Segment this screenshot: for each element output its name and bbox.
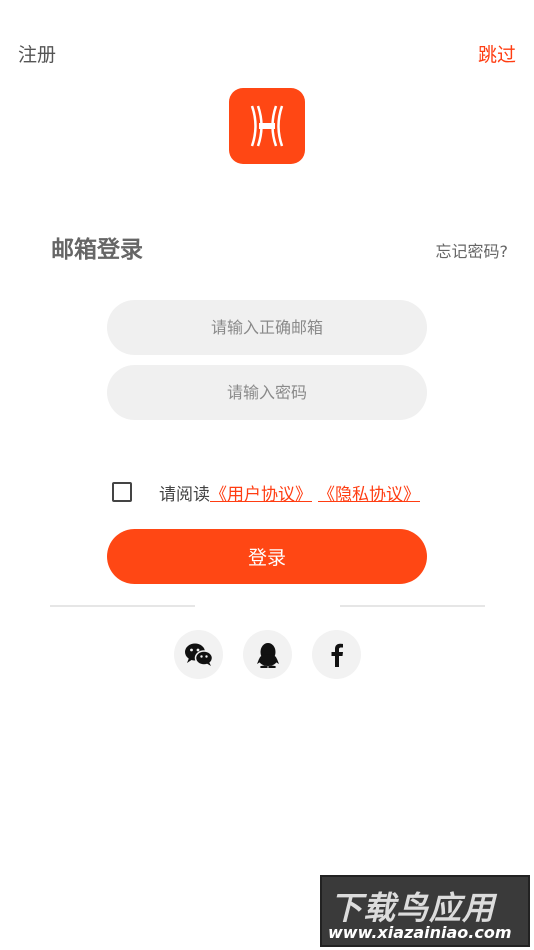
app-logo [229, 88, 305, 164]
password-field[interactable] [107, 365, 427, 420]
email-field[interactable] [107, 300, 427, 355]
agreement-prefix: 请阅读 [159, 484, 210, 505]
wechat-login-button[interactable] [174, 630, 223, 679]
page-title: 邮箱登录 [51, 237, 143, 263]
agreement-row: 请阅读 《用户协议》 《隐私协议》 [112, 480, 420, 505]
watermark-url: www.xiazainiao.com [328, 923, 512, 942]
facebook-icon [331, 643, 343, 667]
register-link[interactable]: 注册 [18, 40, 56, 67]
divider-right [340, 605, 485, 607]
privacy-agreement-link[interactable]: 《隐私协议》 [318, 480, 420, 505]
qq-icon [256, 642, 279, 668]
login-button[interactable]: 登录 [107, 529, 427, 584]
user-agreement-link[interactable]: 《用户协议》 [210, 480, 312, 505]
divider-left [50, 605, 195, 607]
agreement-checkbox[interactable] [112, 482, 132, 502]
facebook-login-button[interactable] [312, 630, 361, 679]
skip-link[interactable]: 跳过 [478, 40, 516, 67]
wechat-icon [184, 643, 213, 666]
watermark: 下载鸟应用 www.xiazainiao.com [320, 875, 530, 947]
qq-login-button[interactable] [243, 630, 292, 679]
forgot-password-link[interactable]: 忘记密码? [436, 238, 509, 262]
